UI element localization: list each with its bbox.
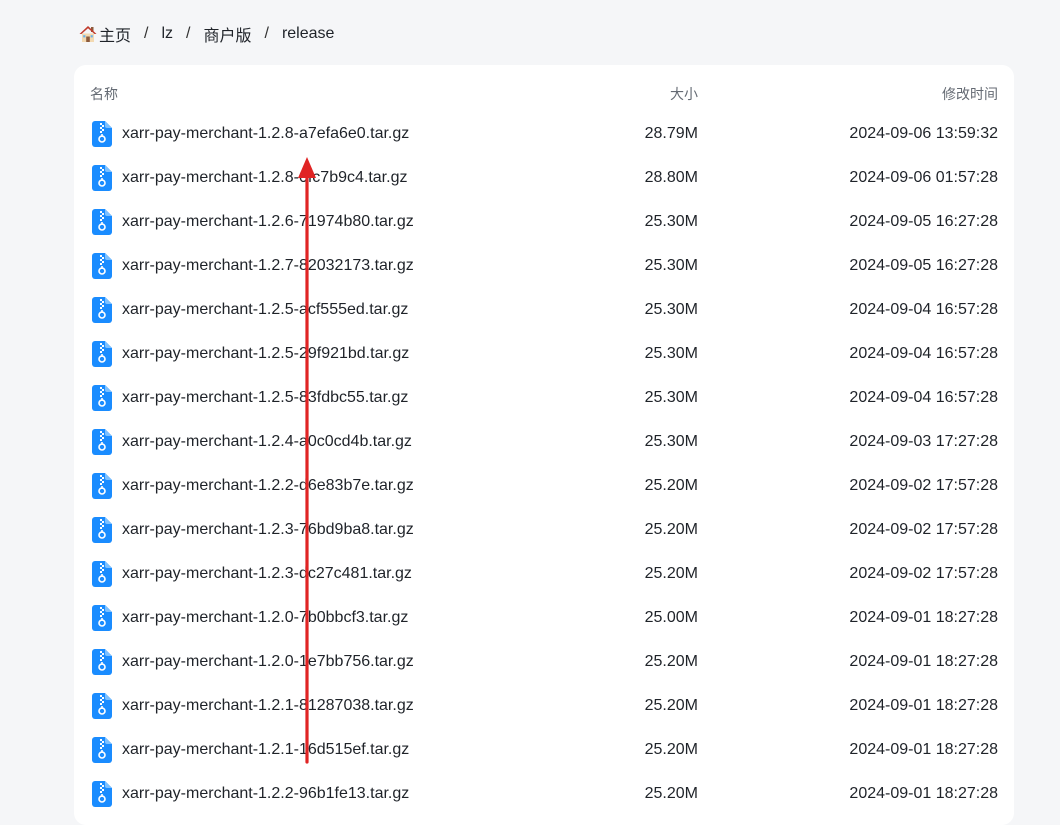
breadcrumb-item-merchant[interactable]: 商户版: [203, 22, 251, 46]
zip-file-icon: [92, 429, 112, 455]
file-name[interactable]: xarr-pay-merchant-1.2.1-16d515ef.tar.gz: [122, 741, 409, 759]
file-row[interactable]: xarr-pay-merchant-1.2.8-0fc7b9c4.tar.gz …: [74, 156, 1014, 200]
breadcrumb-separator: /: [144, 25, 149, 42]
zip-file-icon: [92, 121, 112, 147]
file-size: 25.30M: [644, 301, 698, 318]
file-name[interactable]: xarr-pay-merchant-1.2.3-dc27c481.tar.gz: [122, 565, 412, 583]
file-size: 25.30M: [644, 389, 698, 406]
file-size: 25.30M: [644, 433, 698, 450]
file-row[interactable]: xarr-pay-merchant-1.2.5-83fdbc55.tar.gz …: [74, 376, 1014, 420]
file-modified: 2024-09-01 18:27:28: [849, 741, 998, 758]
file-size: 25.30M: [644, 213, 698, 230]
file-row[interactable]: xarr-pay-merchant-1.2.7-82032173.tar.gz …: [74, 244, 1014, 288]
header-name[interactable]: 名称: [90, 84, 118, 104]
header-size[interactable]: 大小: [670, 84, 698, 104]
file-size: 28.79M: [644, 125, 698, 142]
zip-file-icon: [92, 165, 112, 191]
file-size: 25.20M: [644, 697, 698, 714]
file-modified: 2024-09-01 18:27:28: [849, 653, 998, 670]
file-row[interactable]: xarr-pay-merchant-1.2.1-16d515ef.tar.gz …: [74, 728, 1014, 772]
zip-file-icon: [92, 385, 112, 411]
file-row[interactable]: xarr-pay-merchant-1.2.4-a0c0cd4b.tar.gz …: [74, 420, 1014, 464]
header-modified[interactable]: 修改时间: [942, 84, 998, 104]
file-rows: xarr-pay-merchant-1.2.8-a7efa6e0.tar.gz …: [74, 112, 1014, 816]
zip-file-icon: [92, 649, 112, 675]
zip-file-icon: [92, 693, 112, 719]
breadcrumb-separator: /: [186, 25, 191, 42]
file-name[interactable]: xarr-pay-merchant-1.2.2-96b1fe13.tar.gz: [122, 785, 409, 803]
file-list-panel: 名称 大小 修改时间 xarr-pay-merchant-1.2.8-a7efa…: [74, 65, 1014, 825]
house-icon: [78, 24, 98, 44]
file-modified: 2024-09-05 16:27:28: [849, 257, 998, 274]
breadcrumb-item-lz[interactable]: lz: [161, 25, 173, 43]
file-modified: 2024-09-06 01:57:28: [849, 169, 998, 186]
file-row[interactable]: xarr-pay-merchant-1.2.3-76bd9ba8.tar.gz …: [74, 508, 1014, 552]
zip-file-icon: [92, 781, 112, 807]
file-name[interactable]: xarr-pay-merchant-1.2.4-a0c0cd4b.tar.gz: [122, 433, 412, 451]
file-modified: 2024-09-06 13:59:32: [849, 125, 998, 142]
file-name[interactable]: xarr-pay-merchant-1.2.8-a7efa6e0.tar.gz: [122, 125, 409, 143]
file-size: 25.20M: [644, 565, 698, 582]
file-modified: 2024-09-03 17:27:28: [849, 433, 998, 450]
file-size: 25.20M: [644, 477, 698, 494]
file-modified: 2024-09-02 17:57:28: [849, 565, 998, 582]
file-modified: 2024-09-01 18:27:28: [849, 697, 998, 714]
file-modified: 2024-09-02 17:57:28: [849, 477, 998, 494]
breadcrumb-separator: /: [264, 25, 269, 42]
file-modified: 2024-09-05 16:27:28: [849, 213, 998, 230]
file-row[interactable]: xarr-pay-merchant-1.2.3-dc27c481.tar.gz …: [74, 552, 1014, 596]
file-size: 25.20M: [644, 521, 698, 538]
zip-file-icon: [92, 253, 112, 279]
zip-file-icon: [92, 341, 112, 367]
file-size: 25.20M: [644, 653, 698, 670]
breadcrumb-item-release[interactable]: release: [282, 25, 334, 43]
file-name[interactable]: xarr-pay-merchant-1.2.7-82032173.tar.gz: [122, 257, 414, 275]
zip-file-icon: [92, 209, 112, 235]
file-size: 25.20M: [644, 785, 698, 802]
file-size: 25.20M: [644, 741, 698, 758]
file-name[interactable]: xarr-pay-merchant-1.2.2-d6e83b7e.tar.gz: [122, 477, 414, 495]
file-name[interactable]: xarr-pay-merchant-1.2.0-1e7bb756.tar.gz: [122, 653, 414, 671]
file-modified: 2024-09-04 16:57:28: [849, 301, 998, 318]
file-row[interactable]: xarr-pay-merchant-1.2.5-29f921bd.tar.gz …: [74, 332, 1014, 376]
file-modified: 2024-09-04 16:57:28: [849, 345, 998, 362]
zip-file-icon: [92, 561, 112, 587]
breadcrumb-home-label: 主页: [99, 28, 132, 45]
file-name[interactable]: xarr-pay-merchant-1.2.8-0fc7b9c4.tar.gz: [122, 169, 407, 187]
file-name[interactable]: xarr-pay-merchant-1.2.0-7b0bbcf3.tar.gz: [122, 609, 408, 627]
file-row[interactable]: xarr-pay-merchant-1.2.1-81287038.tar.gz …: [74, 684, 1014, 728]
zip-file-icon: [92, 297, 112, 323]
zip-file-icon: [92, 473, 112, 499]
file-size: 25.00M: [644, 609, 698, 626]
file-name[interactable]: xarr-pay-merchant-1.2.6-71974b80.tar.gz: [122, 213, 414, 231]
file-row[interactable]: xarr-pay-merchant-1.2.8-a7efa6e0.tar.gz …: [74, 112, 1014, 156]
file-modified: 2024-09-01 18:27:28: [849, 609, 998, 626]
zip-file-icon: [92, 737, 112, 763]
file-name[interactable]: xarr-pay-merchant-1.2.5-83fdbc55.tar.gz: [122, 389, 408, 407]
zip-file-icon: [92, 605, 112, 631]
file-name[interactable]: xarr-pay-merchant-1.2.3-76bd9ba8.tar.gz: [122, 521, 414, 539]
file-row[interactable]: xarr-pay-merchant-1.2.2-96b1fe13.tar.gz …: [74, 772, 1014, 816]
table-header: 名称 大小 修改时间: [74, 65, 1014, 119]
breadcrumb-home[interactable]: 主页: [78, 22, 131, 46]
file-modified: 2024-09-02 17:57:28: [849, 521, 998, 538]
file-name[interactable]: xarr-pay-merchant-1.2.5-29f921bd.tar.gz: [122, 345, 409, 363]
file-modified: 2024-09-01 18:27:28: [849, 785, 998, 802]
file-row[interactable]: xarr-pay-merchant-1.2.6-71974b80.tar.gz …: [74, 200, 1014, 244]
file-row[interactable]: xarr-pay-merchant-1.2.5-acf555ed.tar.gz …: [74, 288, 1014, 332]
file-row[interactable]: xarr-pay-merchant-1.2.0-7b0bbcf3.tar.gz …: [74, 596, 1014, 640]
file-size: 28.80M: [644, 169, 698, 186]
file-size: 25.30M: [644, 257, 698, 274]
breadcrumb: 主页 / lz / 商户版 / release: [78, 22, 334, 46]
file-row[interactable]: xarr-pay-merchant-1.2.2-d6e83b7e.tar.gz …: [74, 464, 1014, 508]
file-name[interactable]: xarr-pay-merchant-1.2.1-81287038.tar.gz: [122, 697, 414, 715]
file-size: 25.30M: [644, 345, 698, 362]
zip-file-icon: [92, 517, 112, 543]
file-modified: 2024-09-04 16:57:28: [849, 389, 998, 406]
file-name[interactable]: xarr-pay-merchant-1.2.5-acf555ed.tar.gz: [122, 301, 408, 319]
file-row[interactable]: xarr-pay-merchant-1.2.0-1e7bb756.tar.gz …: [74, 640, 1014, 684]
